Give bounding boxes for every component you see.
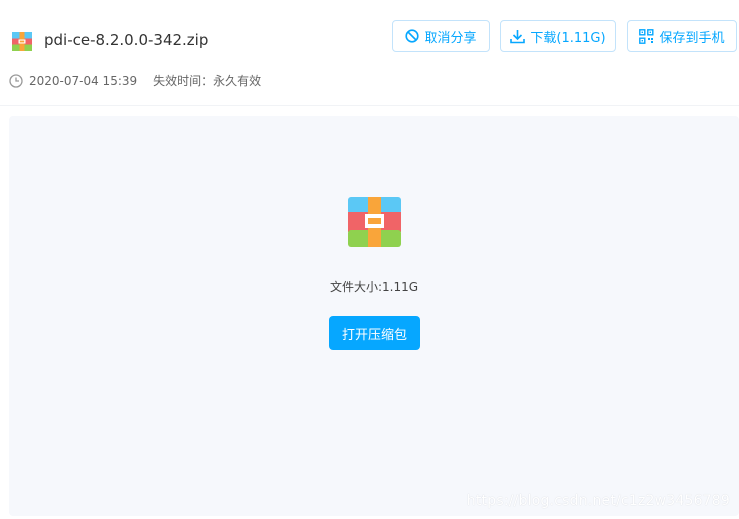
preview-panel: 文件大小:1.11G 打开压缩包 xyxy=(9,116,739,516)
file-size: 文件大小:1.11G xyxy=(329,280,419,294)
save-to-phone-button[interactable]: 保存到手机 xyxy=(627,20,737,52)
share-header: pdi-ce-8.2.0.0-342.zip 取消分享 下载(1.11G) 保存… xyxy=(0,0,739,106)
cancel-share-button[interactable]: 取消分享 xyxy=(392,20,490,52)
qr-code-icon xyxy=(639,28,654,44)
download-label: 下载(1.11G) xyxy=(530,30,606,46)
file-meta: 2020-07-04 15:39 失效时间：永久有效 xyxy=(9,72,261,89)
download-icon xyxy=(510,29,526,43)
file-name: pdi-ce-8.2.0.0-342.zip xyxy=(44,31,209,49)
watermark: https://blog.csdn.net/c1z2w3456789 xyxy=(466,493,730,509)
zip-file-icon xyxy=(348,197,401,247)
download-button[interactable]: 下载(1.11G) xyxy=(500,20,616,52)
clock-icon xyxy=(9,73,23,88)
share-date: 2020-07-04 15:39 xyxy=(29,73,138,88)
zip-file-icon xyxy=(12,32,32,51)
expiry-label: 失效时间：永久有效 xyxy=(153,74,262,88)
save-to-phone-label: 保存到手机 xyxy=(659,30,725,46)
cancel-share-label: 取消分享 xyxy=(424,30,477,46)
open-archive-button[interactable]: 打开压缩包 xyxy=(329,316,420,350)
ban-icon xyxy=(405,29,420,43)
